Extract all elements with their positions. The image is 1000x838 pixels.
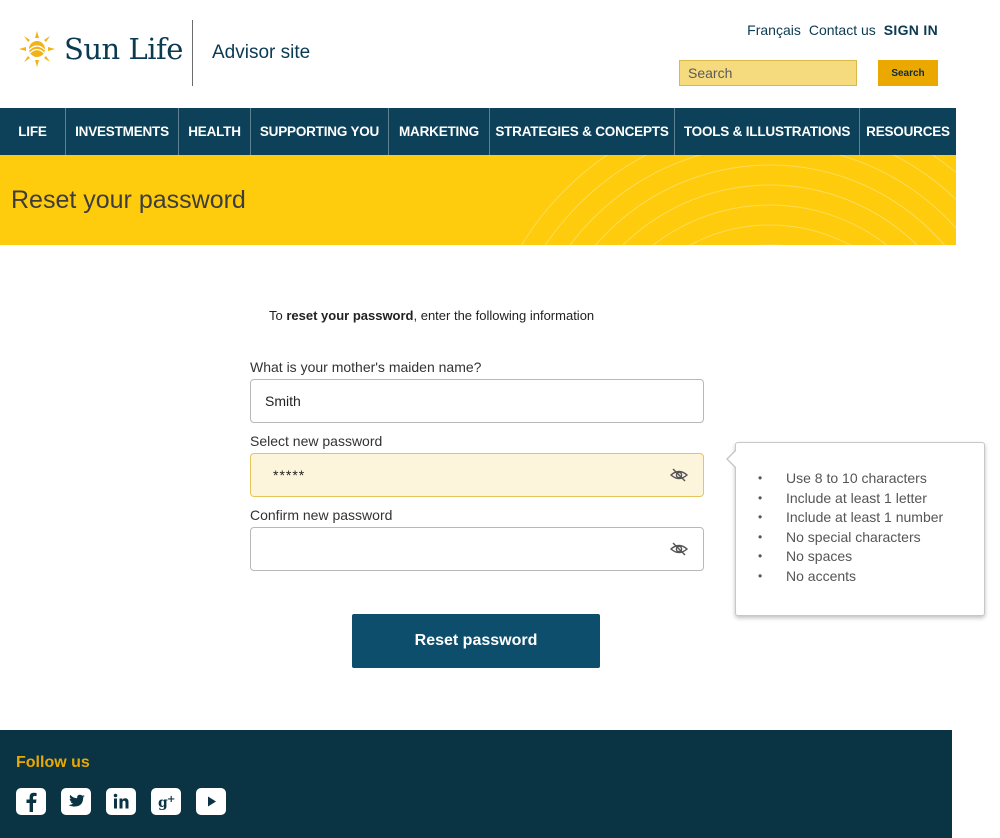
follow-us-label: Follow us (16, 754, 90, 771)
search-button[interactable]: Search (878, 60, 938, 86)
sun-logo-icon (19, 31, 55, 67)
nav-item-supporting-you[interactable]: SUPPORTING YOU (251, 108, 389, 155)
confirm-password-label: Confirm new password (250, 507, 393, 523)
main-nav: LIFE INVESTMENTS HEALTH SUPPORTING YOU M… (0, 108, 956, 155)
page-banner: Reset your password (0, 155, 956, 245)
password-rule: Include at least 1 number (758, 508, 984, 528)
maiden-name-label: What is your mother's maiden name? (250, 359, 482, 375)
intro-prefix: To (269, 308, 287, 323)
youtube-icon[interactable] (196, 788, 226, 815)
confirm-password-field[interactable] (250, 527, 704, 571)
site-footer: Follow us g + (0, 730, 952, 838)
password-rules-list: Use 8 to 10 characters Include at least … (736, 443, 984, 586)
password-rule: Include at least 1 letter (758, 489, 984, 509)
password-rule: Use 8 to 10 characters (758, 469, 984, 489)
nav-item-investments[interactable]: INVESTMENTS (66, 108, 179, 155)
reset-password-button[interactable]: Reset password (352, 614, 600, 668)
intro-suffix: , enter the following information (413, 308, 595, 323)
password-rule: No special characters (758, 528, 984, 548)
nav-item-marketing[interactable]: MARKETING (389, 108, 490, 155)
tooltip-arrow (726, 449, 737, 469)
maiden-name-value: Smith (265, 393, 301, 409)
nav-item-tools-illustrations[interactable]: TOOLS & ILLUSTRATIONS (675, 108, 860, 155)
header-divider (192, 20, 193, 86)
intro-bold: reset your password (286, 308, 414, 323)
twitter-icon[interactable] (61, 788, 91, 815)
password-rule: No accents (758, 567, 984, 587)
nav-item-strategies-concepts[interactable]: STRATEGIES & CONCEPTS (490, 108, 675, 155)
sun-life-logo[interactable]: Sun Life (16, 28, 183, 70)
google-plus-icon[interactable]: g + (151, 788, 181, 815)
new-password-value: ***** (273, 467, 306, 483)
contact-us-link[interactable]: Contact us (809, 22, 876, 38)
site-name: Advisor site (212, 42, 311, 63)
maiden-name-field[interactable]: Smith (250, 379, 704, 423)
top-links: Français Contact us SIGN IN (747, 22, 938, 38)
nav-item-resources[interactable]: RESOURCES (860, 108, 956, 155)
brand-name: Sun Life (64, 32, 183, 66)
facebook-icon[interactable] (16, 788, 46, 815)
francais-link[interactable]: Français (747, 22, 801, 38)
sign-in-link[interactable]: SIGN IN (884, 22, 938, 38)
nav-item-health[interactable]: HEALTH (179, 108, 251, 155)
social-links: g + (16, 788, 226, 815)
site-header: Sun Life Advisor site Français Contact u… (0, 0, 956, 108)
password-rules-tooltip: Use 8 to 10 characters Include at least … (726, 442, 985, 616)
page-title: Reset your password (11, 186, 246, 214)
form-intro: To reset your password, enter the follow… (269, 308, 594, 323)
new-password-label: Select new password (250, 433, 383, 449)
hide-password-icon[interactable] (669, 465, 689, 485)
new-password-field[interactable]: ***** (250, 453, 704, 497)
nav-item-life[interactable]: LIFE (0, 108, 66, 155)
linkedin-icon[interactable] (106, 788, 136, 815)
password-rule: No spaces (758, 547, 984, 567)
svg-text:+: + (167, 794, 175, 805)
search-input[interactable] (679, 60, 857, 86)
hide-password-icon[interactable] (669, 539, 689, 559)
